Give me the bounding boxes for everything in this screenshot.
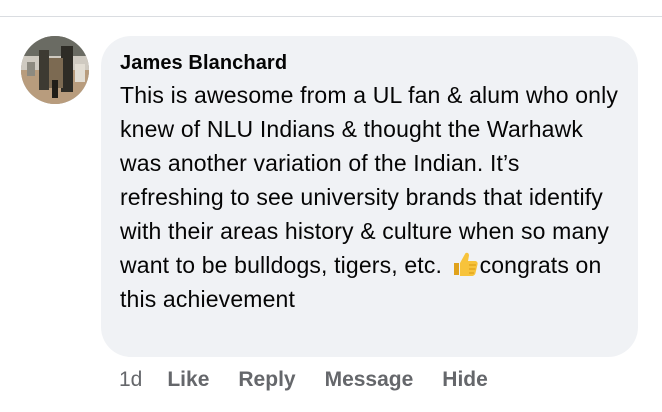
comment-author[interactable]: James Blanchard <box>120 50 620 76</box>
reply-button[interactable]: Reply <box>238 366 295 394</box>
comment-text-main: This is awesome from a UL fan & alum who… <box>120 82 619 278</box>
comment-view: James Blanchard This is awesome from a U… <box>0 0 662 412</box>
timestamp[interactable]: 1d <box>119 366 142 394</box>
divider <box>0 16 662 17</box>
comment-actions: 1d Like Reply Message Hide <box>119 366 517 394</box>
avatar-image <box>21 36 89 104</box>
avatar[interactable] <box>21 36 89 104</box>
hide-button[interactable]: Hide <box>442 366 488 394</box>
message-button[interactable]: Message <box>325 366 414 394</box>
like-button[interactable]: Like <box>167 366 209 394</box>
thumbs-up-icon <box>451 250 479 278</box>
comment-text: This is awesome from a UL fan & alum who… <box>120 78 620 316</box>
comment-bubble: James Blanchard This is awesome from a U… <box>101 36 638 357</box>
